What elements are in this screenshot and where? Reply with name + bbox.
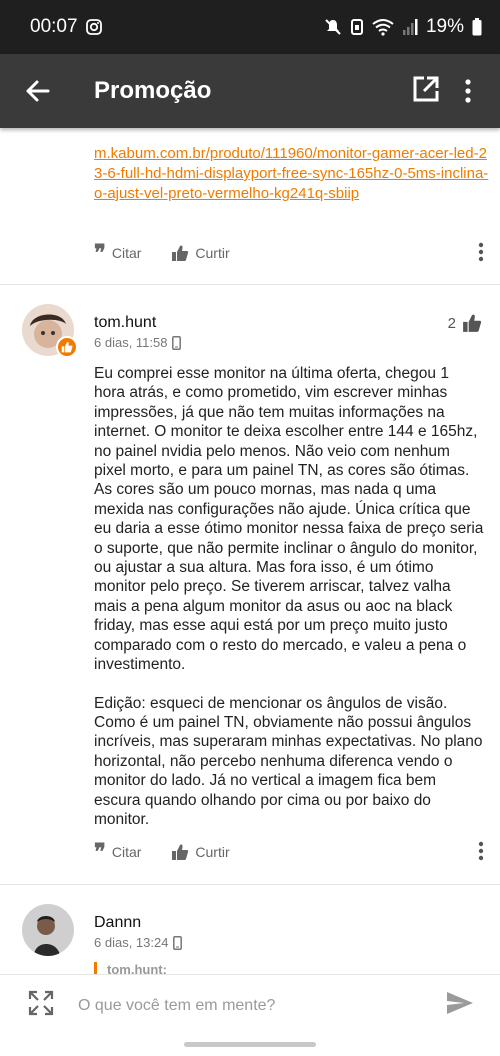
divider [0, 884, 500, 885]
gesture-nav-handle[interactable] [184, 1042, 316, 1047]
alarm-icon [350, 18, 364, 36]
instagram-icon [85, 19, 102, 35]
comment-meta: 6 dias, 11:58 [94, 335, 182, 350]
quote-label: Citar [111, 844, 142, 860]
reply-composer [0, 974, 500, 1036]
comment-time: 6 dias, 11:58 [94, 335, 168, 350]
more-vert-icon [465, 79, 471, 103]
comment-paragraph: Edição: esqueci de mencionar os ângulos … [94, 694, 483, 828]
quote-label: Citar [111, 245, 142, 261]
more-vert-icon [478, 841, 484, 860]
like-label: Curtir [195, 844, 230, 860]
send-icon [447, 992, 473, 1014]
post-actions: ❞ Citar Curtir [94, 238, 484, 268]
comment-body: Eu comprei esse monitor na última oferta… [94, 364, 484, 829]
quote-icon: ❞ [94, 240, 106, 266]
like-button[interactable]: Curtir [171, 843, 230, 861]
status-time: 00:07 [30, 16, 78, 37]
expand-button[interactable] [28, 990, 54, 1021]
thumbs-up-icon [61, 342, 73, 353]
back-button[interactable] [0, 54, 74, 128]
like-button[interactable]: Curtir [171, 244, 230, 262]
thumbs-up-icon [172, 245, 189, 261]
thumbs-up-icon [463, 314, 482, 332]
open-external-button[interactable] [412, 75, 440, 108]
post-more-button[interactable] [478, 242, 484, 265]
comment-more-button[interactable] [478, 841, 484, 864]
mobile-device-icon [172, 335, 182, 350]
app-bar: Promoção [0, 54, 500, 128]
battery-level: 19% [425, 16, 464, 37]
comment-meta: 6 dias, 13:24 [94, 935, 183, 950]
reply-input[interactable] [78, 996, 446, 1015]
avatar[interactable] [22, 904, 74, 956]
battery-icon [472, 18, 482, 36]
signal-icon [402, 18, 418, 36]
comment-time: 6 dias, 13:24 [94, 935, 169, 950]
overflow-menu-button[interactable] [454, 79, 482, 103]
mobile-device-icon [173, 935, 183, 950]
comment-paragraph: Eu comprei esse monitor na última oferta… [94, 365, 484, 674]
open-external-icon [413, 76, 439, 101]
page-title: Promoção [94, 77, 212, 104]
more-vert-icon [478, 242, 484, 261]
wifi-icon [372, 18, 394, 36]
thumbs-up-icon [172, 844, 189, 860]
comment-likes[interactable]: 2 [448, 313, 482, 333]
divider [0, 284, 500, 285]
status-bar: 00:07 19% [0, 0, 500, 54]
arrow-left-icon [26, 80, 50, 102]
like-count: 2 [447, 314, 456, 332]
like-label: Curtir [195, 245, 230, 261]
quote-button[interactable]: ❞ Citar [94, 839, 142, 865]
comment-actions: ❞ Citar Curtir [94, 837, 484, 867]
comment-author[interactable]: tom.hunt [94, 314, 156, 332]
quote-icon: ❞ [94, 839, 106, 865]
send-button[interactable] [446, 991, 474, 1020]
user-badge [56, 336, 78, 358]
mute-icon [324, 18, 342, 36]
comment-author[interactable]: Dannn [94, 914, 141, 932]
expand-icon [28, 990, 54, 1016]
quote-preview: tom.hunt: [94, 962, 167, 974]
quote-button[interactable]: ❞ Citar [94, 240, 142, 266]
product-link[interactable]: m.kabum.com.br/produto/111960/monitor-ga… [94, 144, 489, 204]
thread-content: m.kabum.com.br/produto/111960/monitor-ga… [0, 128, 500, 974]
